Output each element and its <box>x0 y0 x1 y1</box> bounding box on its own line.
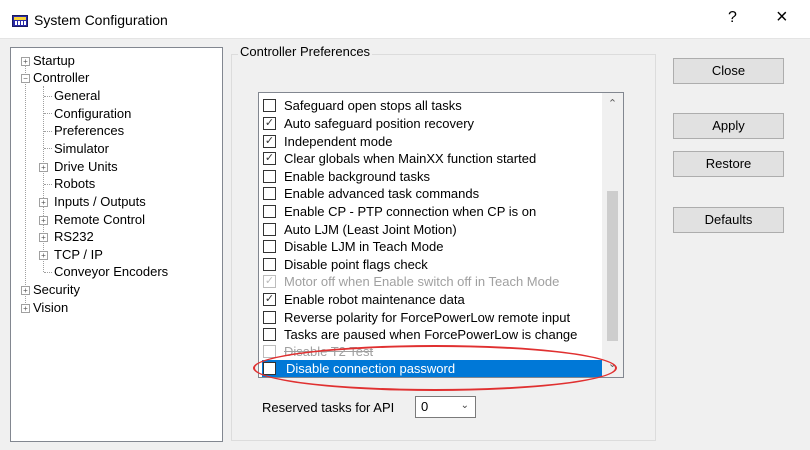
collapse-icon[interactable]: − <box>21 74 30 83</box>
option-row[interactable]: Auto LJM (Least Joint Motion) <box>262 221 606 239</box>
tree-item-simulator[interactable]: Simulator <box>54 140 109 157</box>
expand-icon[interactable]: + <box>39 163 48 172</box>
option-row[interactable]: Disable T2 Test <box>262 343 606 361</box>
tree-branch <box>44 96 52 97</box>
tree-guide-line <box>25 60 26 309</box>
close-window-button[interactable]: × <box>776 6 788 29</box>
tree-branch <box>44 148 52 149</box>
option-row[interactable]: Enable CP - PTP connection when CP is on <box>262 203 606 221</box>
group-title: Controller Preferences <box>238 44 373 59</box>
config-tree[interactable]: + Startup − Controller General Configura… <box>10 47 223 442</box>
checkbox[interactable] <box>263 223 276 236</box>
option-label: Disable LJM in Teach Mode <box>284 239 444 254</box>
preferences-checklist[interactable]: Safeguard open stops all tasks ✓ Auto sa… <box>258 92 624 378</box>
option-row[interactable]: ✓ Auto safeguard position recovery <box>262 115 606 133</box>
option-label: Safeguard open stops all tasks <box>284 98 462 113</box>
option-label: Enable CP - PTP connection when CP is on <box>284 204 537 219</box>
checkbox[interactable]: ✓ <box>263 135 276 148</box>
tree-item-startup[interactable]: Startup <box>33 52 75 69</box>
option-label: Tasks are paused when ForcePowerLow is c… <box>284 327 578 342</box>
restore-button[interactable]: Restore <box>673 151 784 177</box>
tree-item-inputs-outputs[interactable]: Inputs / Outputs <box>54 193 146 210</box>
title-bar: System Configuration ? × <box>0 0 810 39</box>
option-row[interactable]: Tasks are paused when ForcePowerLow is c… <box>262 326 606 344</box>
apply-button[interactable]: Apply <box>673 113 784 139</box>
checkbox[interactable]: ✓ <box>263 117 276 130</box>
option-row[interactable]: Enable background tasks <box>262 168 606 186</box>
option-label: Enable robot maintenance data <box>284 292 465 307</box>
checkbox[interactable] <box>263 328 276 341</box>
app-icon <box>12 15 28 27</box>
tree-branch <box>44 184 52 185</box>
option-row[interactable]: Disable LJM in Teach Mode <box>262 238 606 256</box>
tree-item-controller[interactable]: Controller <box>33 69 89 86</box>
option-row[interactable]: Reverse polarity for ForcePowerLow remot… <box>262 309 606 327</box>
checkbox[interactable] <box>263 258 276 271</box>
option-label: Independent mode <box>284 134 393 149</box>
option-label: Auto LJM (Least Joint Motion) <box>284 222 457 237</box>
close-button[interactable]: Close <box>673 58 784 84</box>
reserved-tasks-label: Reserved tasks for API <box>262 400 395 415</box>
tree-item-general[interactable]: General <box>54 87 100 104</box>
checkbox[interactable]: ✓ <box>263 275 276 288</box>
expand-icon[interactable]: + <box>39 216 48 225</box>
checkbox[interactable] <box>263 170 276 183</box>
checkbox[interactable] <box>263 99 276 112</box>
tree-item-drive-units[interactable]: Drive Units <box>54 158 118 175</box>
tree-item-remote-control[interactable]: Remote Control <box>54 211 145 228</box>
option-row[interactable]: ✓ Independent mode <box>262 133 606 151</box>
checkbox[interactable] <box>263 345 276 358</box>
tree-item-configuration[interactable]: Configuration <box>54 105 131 122</box>
tree-item-vision[interactable]: Vision <box>33 299 68 316</box>
option-row[interactable]: Enable advanced task commands <box>262 185 606 203</box>
scroll-down-icon[interactable]: ⌄ <box>602 357 623 370</box>
tree-item-conveyor-encoders[interactable]: Conveyor Encoders <box>54 263 168 280</box>
reserved-tasks-select[interactable]: 0 ⌄ <box>415 396 476 418</box>
tree-branch <box>44 131 52 132</box>
checkbox[interactable] <box>263 362 276 375</box>
checkbox[interactable]: ✓ <box>263 293 276 306</box>
option-label: Reverse polarity for ForcePowerLow remot… <box>284 310 571 325</box>
option-row[interactable]: ✓ Enable robot maintenance data <box>262 291 606 309</box>
checkbox[interactable] <box>263 311 276 324</box>
option-row[interactable]: Safeguard open stops all tasks <box>262 97 606 115</box>
expand-icon[interactable]: + <box>39 198 48 207</box>
tree-item-tcp-ip[interactable]: TCP / IP <box>54 246 103 263</box>
checklist-scrollbar[interactable]: ⌃ ⌄ <box>602 93 623 377</box>
chevron-down-icon: ⌄ <box>460 400 469 411</box>
checkbox[interactable] <box>263 187 276 200</box>
checkbox[interactable] <box>263 205 276 218</box>
checkbox[interactable] <box>263 240 276 253</box>
option-label: Motor off when Enable switch off in Teac… <box>284 274 560 289</box>
expand-icon[interactable]: + <box>39 251 48 260</box>
tree-branch <box>44 272 52 273</box>
defaults-button[interactable]: Defaults <box>673 207 784 233</box>
help-button[interactable]: ? <box>728 9 737 27</box>
scroll-thumb[interactable] <box>607 191 618 341</box>
tree-branch <box>44 113 52 114</box>
tree-item-rs232[interactable]: RS232 <box>54 228 94 245</box>
option-label: Enable background tasks <box>284 169 430 184</box>
checkbox[interactable]: ✓ <box>263 152 276 165</box>
option-label: Enable advanced task commands <box>284 186 480 201</box>
select-value: 0 <box>421 399 429 414</box>
expand-icon[interactable]: + <box>21 286 30 295</box>
expand-icon[interactable]: + <box>21 57 30 66</box>
option-row[interactable]: Disable point flags check <box>262 256 606 274</box>
scroll-up-icon[interactable]: ⌃ <box>602 97 623 110</box>
option-label: Disable point flags check <box>284 257 428 272</box>
option-label: Auto safeguard position recovery <box>284 116 475 131</box>
tree-item-preferences[interactable]: Preferences <box>54 122 124 139</box>
option-row[interactable]: ✓ Motor off when Enable switch off in Te… <box>262 273 606 291</box>
option-label: Disable T2 Test <box>284 344 374 359</box>
expand-icon[interactable]: + <box>39 233 48 242</box>
expand-icon[interactable]: + <box>21 304 30 313</box>
option-row-selected[interactable]: Disable connection password <box>262 360 606 377</box>
window-title: System Configuration <box>34 12 168 28</box>
tree-item-security[interactable]: Security <box>33 281 80 298</box>
tree-item-robots[interactable]: Robots <box>54 175 95 192</box>
option-label: Clear globals when MainXX function start… <box>284 151 537 166</box>
option-row[interactable]: ✓ Clear globals when MainXX function sta… <box>262 150 606 168</box>
option-label: Disable connection password <box>286 361 456 376</box>
